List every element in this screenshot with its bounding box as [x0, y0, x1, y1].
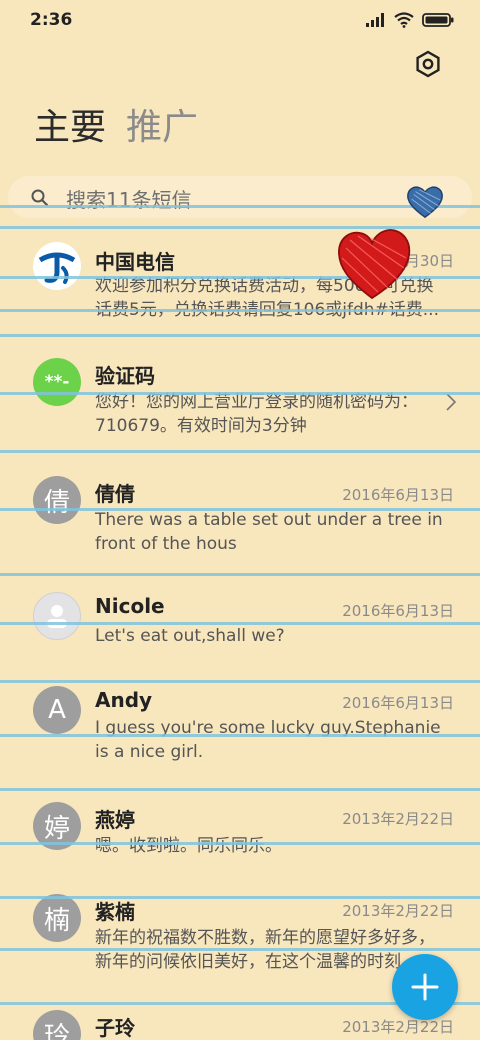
status-bar: 2:36: [0, 0, 480, 40]
compose-button[interactable]: [392, 954, 458, 1020]
avatar-label: 倩: [43, 487, 70, 518]
status-icons: [366, 12, 454, 28]
message-preview: I guess you're some lucky guy.Stephanie …: [95, 718, 441, 762]
contact-name: 中国电信: [95, 250, 175, 274]
list-item[interactable]: **- 验证码 您好！您的网上营业厅登录的随机密码为：710679。有效时间为3…: [0, 354, 480, 454]
message-date: 2016年6月13日: [342, 694, 454, 712]
list-item[interactable]: 婷 燕婷 2013年2月22日 嗯。收到啦。同乐同乐。: [0, 802, 480, 878]
avatar-label: A: [48, 695, 66, 725]
avatar: 倩: [33, 476, 81, 524]
red-heart-sticker: [338, 229, 411, 300]
message-preview: Let's eat out,shall we?: [95, 626, 285, 646]
chevron-right-icon: [446, 393, 457, 411]
message-date: 2013年2月22日: [342, 1018, 454, 1036]
battery-icon: [422, 13, 454, 27]
list-item[interactable]: 倩 倩倩 2016年6月13日 There was a table set ou…: [0, 476, 480, 576]
contact-name: Andy: [95, 688, 153, 712]
plus-icon: [411, 973, 439, 1001]
avatar-label: 楠: [43, 905, 70, 936]
avatar-label: 婷: [43, 813, 70, 844]
china-telecom-logo-icon: [34, 243, 80, 289]
wifi-icon: [394, 12, 414, 28]
contact-name: 燕婷: [95, 808, 135, 832]
avatar-label: 玲: [43, 1021, 70, 1040]
tab-promotions[interactable]: 推广: [126, 98, 198, 150]
tab-bar: 主要 推广: [34, 98, 198, 150]
avatar: **-: [33, 358, 81, 406]
search-icon: [31, 189, 49, 207]
search-placeholder: 搜索11条短信: [66, 188, 192, 212]
avatar: 婷: [33, 802, 81, 850]
gear-icon: [416, 50, 440, 78]
contact-name: 子玲: [95, 1016, 135, 1040]
message-preview: 嗯。收到啦。同乐同乐。: [95, 836, 282, 856]
message-date: 2016年6月13日: [342, 486, 454, 504]
settings-button[interactable]: [414, 50, 442, 78]
message-preview: 新年的祝福数不胜数，新年的愿望好多好多，新年的问候依旧美好，在这个温馨的时刻: [95, 928, 435, 972]
person-placeholder-icon: [47, 605, 67, 628]
avatar: 楠: [33, 894, 81, 942]
avatar: A: [33, 686, 81, 734]
message-preview: 您好！您的网上营业厅登录的随机密码为：710679。有效时间为3分钟: [95, 392, 418, 436]
contact-name: 验证码: [95, 364, 155, 388]
contact-name: 紫楠: [95, 900, 135, 924]
avatar-label: **-: [44, 372, 70, 392]
message-date: 2016年6月13日: [342, 602, 454, 620]
avatar: 玲: [33, 1010, 81, 1040]
list-item[interactable]: Nicole 2016年6月13日 Let's eat out,shall we…: [0, 592, 480, 668]
list-item[interactable]: A Andy 2016年6月13日 I guess you're some lu…: [0, 686, 480, 786]
avatar: [33, 242, 81, 290]
message-date: 2013年2月22日: [342, 810, 454, 828]
blue-heart-sticker: [407, 186, 443, 219]
avatar: [33, 592, 81, 640]
message-date: 2013年2月22日: [342, 902, 454, 920]
contact-name: Nicole: [95, 594, 165, 618]
contact-name: 倩倩: [95, 482, 135, 506]
search-bar[interactable]: 搜索11条短信: [8, 176, 472, 218]
signal-icon: [366, 13, 384, 27]
message-preview: There was a table set out under a tree i…: [95, 510, 443, 554]
status-time: 2:36: [30, 10, 73, 30]
tab-primary[interactable]: 主要: [34, 98, 106, 150]
